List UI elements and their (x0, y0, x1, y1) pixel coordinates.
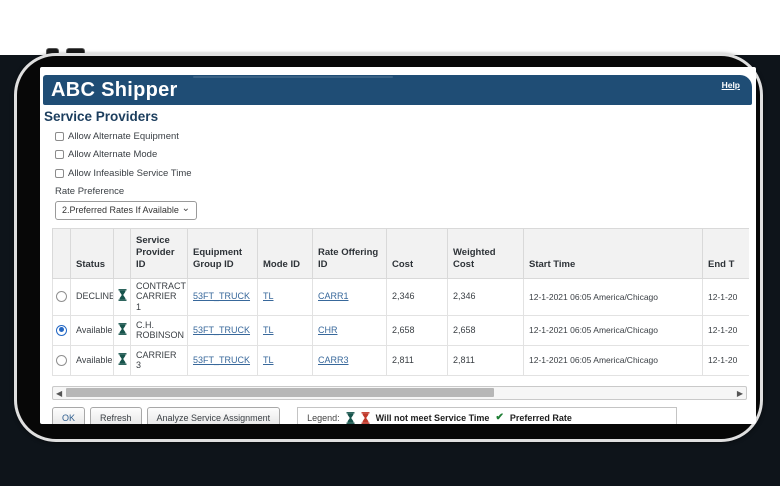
weighted-cost-cell: 2,346 (448, 278, 524, 315)
start-time-cell: 12-1-2021 06:05 America/Chicago (524, 345, 703, 375)
service-time-hourglass-icon (118, 323, 127, 335)
end-time-cell: 12-1-20 (703, 315, 750, 345)
col-header-cost: Cost (387, 228, 448, 278)
status-cell: Available (71, 345, 114, 375)
equipment-group-link[interactable]: 53FT_TRUCK (193, 291, 250, 301)
service-time-hourglass-icon (118, 289, 127, 301)
tablet-screen: ABC Shipper Help Service Providers Allow… (40, 67, 756, 424)
row-select-radio[interactable] (56, 355, 67, 366)
rate-offering-link[interactable]: CHR (318, 325, 338, 335)
app-title: ABC Shipper (51, 79, 178, 102)
checkbox-allow-alternate-mode[interactable]: Allow Alternate Mode (55, 149, 756, 161)
service-providers-table: Status Service Provider ID Equipment Gro… (52, 228, 749, 376)
rate-offering-link[interactable]: CARR1 (318, 291, 349, 301)
checkbox-allow-infeasible-service-time[interactable]: Allow Infeasible Service Time (55, 167, 756, 179)
cost-cell: 2,658 (387, 315, 448, 345)
mode-link[interactable]: TL (263, 325, 274, 335)
options-group: Allow Alternate Equipment Allow Alternat… (55, 130, 756, 179)
col-header-equipment-group-id: Equipment Group ID (188, 228, 258, 278)
service-provider-cell: C.H. ROBINSON (131, 315, 188, 345)
page: ABC Shipper Help Service Providers Allow… (0, 0, 780, 500)
table-row: DECLINED CONTRACT CARRIER 1 53FT_TRUCK T… (53, 278, 750, 315)
table-row: Available CARRIER 3 53FT_TRUCK TL CARR3 … (53, 345, 750, 375)
checkbox-label: Allow Alternate Equipment (68, 131, 179, 142)
app-header-bar: ABC Shipper Help (43, 75, 752, 105)
legend-item-preferred-rate: Preferred Rate (510, 413, 572, 423)
checkbox-allow-alternate-equipment[interactable]: Allow Alternate Equipment (55, 130, 756, 142)
red-hourglass-icon (361, 412, 370, 424)
horizontal-scrollbar[interactable]: ◀ ▶ (52, 386, 747, 400)
rate-offering-link[interactable]: CARR3 (318, 355, 349, 365)
equipment-group-link[interactable]: 53FT_TRUCK (193, 325, 250, 335)
start-time-cell: 12-1-2021 06:05 America/Chicago (524, 278, 703, 315)
col-header-mode-id: Mode ID (258, 228, 313, 278)
legend-label: Legend: (307, 413, 340, 423)
scroll-right-icon[interactable]: ▶ (737, 388, 743, 399)
refresh-button[interactable]: Refresh (90, 407, 142, 424)
table-header-row: Status Service Provider ID Equipment Gro… (53, 228, 750, 278)
col-header-start-time: Start Time (524, 228, 703, 278)
service-provider-cell: CONTRACT CARRIER 1 (131, 278, 188, 315)
footer-bar: OK Refresh Analyze Service Assignment Le… (52, 407, 756, 424)
col-header-rate-offering-id: Rate Offering ID (313, 228, 387, 278)
rate-preference-selected-value: 2.Preferred Rates If Available (62, 205, 179, 215)
col-header-select (53, 228, 71, 278)
checkbox-box-icon[interactable] (55, 150, 64, 159)
row-select-radio[interactable] (56, 291, 67, 302)
weighted-cost-cell: 2,658 (448, 315, 524, 345)
status-cell: DECLINED (71, 278, 114, 315)
weighted-cost-cell: 2,811 (448, 345, 524, 375)
mode-link[interactable]: TL (263, 355, 274, 365)
checkbox-label: Allow Infeasible Service Time (68, 168, 192, 179)
page-title: Service Providers (44, 109, 756, 124)
analyze-service-assignment-button[interactable]: Analyze Service Assignment (147, 407, 281, 424)
end-time-cell: 12-1-20 (703, 345, 750, 375)
rate-preference-label: Rate Preference (55, 186, 756, 198)
start-time-cell: 12-1-2021 06:05 America/Chicago (524, 315, 703, 345)
green-check-icon: ✔ (495, 412, 503, 423)
mode-link[interactable]: TL (263, 291, 274, 301)
checkbox-box-icon[interactable] (55, 132, 64, 141)
row-select-radio[interactable] (56, 325, 67, 336)
col-header-weighted-cost: Weighted Cost (448, 228, 524, 278)
checkbox-label: Allow Alternate Mode (68, 149, 157, 160)
hourglass-icon (346, 412, 355, 424)
chevron-down-icon: ⌄ (182, 205, 190, 213)
end-time-cell: 12-1-20 (703, 278, 750, 315)
cost-cell: 2,811 (387, 345, 448, 375)
scroll-left-icon[interactable]: ◀ (56, 388, 62, 399)
checkbox-box-icon[interactable] (55, 169, 64, 178)
cost-cell: 2,346 (387, 278, 448, 315)
col-header-end-time: End T (703, 228, 750, 278)
col-header-service-provider-id: Service Provider ID (131, 228, 188, 278)
service-provider-cell: CARRIER 3 (131, 345, 188, 375)
help-link[interactable]: Help (722, 80, 740, 90)
table-row: Available C.H. ROBINSON 53FT_TRUCK TL CH… (53, 315, 750, 345)
status-cell: Available (71, 315, 114, 345)
legend-item-service-time: Will not meet Service Time (376, 413, 490, 423)
ok-button[interactable]: OK (52, 407, 85, 424)
equipment-group-link[interactable]: 53FT_TRUCK (193, 355, 250, 365)
col-header-status: Status (71, 228, 114, 278)
rate-preference-select[interactable]: 2.Preferred Rates If Available ⌄ (55, 201, 197, 220)
service-time-hourglass-icon (118, 353, 127, 365)
scrollbar-thumb[interactable] (66, 388, 494, 397)
legend-box: Legend: Will not meet Service Time ✔ Pre… (297, 407, 677, 424)
col-header-flag (114, 228, 131, 278)
